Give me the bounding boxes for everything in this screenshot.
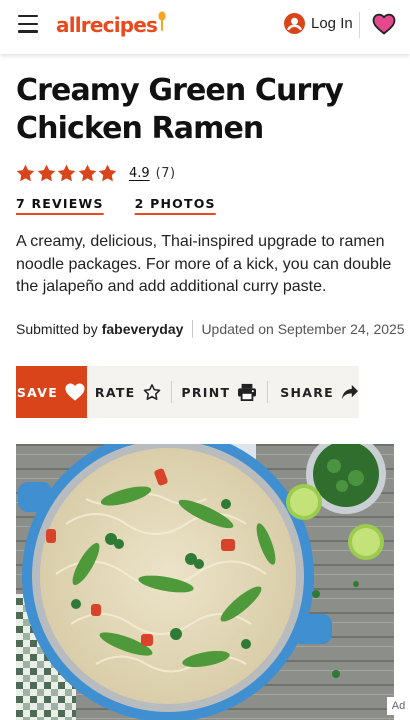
recipe-hero-photo[interactable]: [16, 444, 394, 720]
rating-value[interactable]: 4.9: [129, 166, 150, 181]
recipe-description: A creamy, delicious, Thai-inspired upgra…: [16, 233, 392, 295]
allrecipes-logo[interactable]: allrecipes: [56, 11, 166, 37]
printer-icon: [238, 383, 257, 401]
saved-recipes-heart-icon[interactable]: [372, 13, 396, 40]
rating-stars[interactable]: [16, 164, 119, 182]
byline: Submitted by fabeveryday Updated on Sept…: [16, 320, 405, 338]
byline-divider: [192, 320, 194, 338]
site-header: allrecipes Log In: [0, 0, 410, 54]
login-button[interactable]: Log In: [284, 13, 353, 34]
action-divider: [170, 381, 172, 403]
rating-count: (7): [155, 165, 176, 181]
menu-icon[interactable]: [18, 15, 38, 33]
submitted-by-label: Submitted by: [16, 321, 98, 337]
recipe-title: Creamy Green Curry Chicken Ramen: [16, 73, 344, 146]
save-label: SAVE: [16, 384, 59, 400]
rate-button[interactable]: RATE: [95, 366, 161, 418]
save-button[interactable]: SAVE: [16, 366, 87, 418]
share-label: SHARE: [280, 384, 334, 400]
star-icon: [16, 164, 35, 182]
author-link[interactable]: fabeveryday: [102, 321, 184, 337]
login-label: Log In: [311, 15, 353, 32]
recipe-action-bar: SAVE RATE PRINT SHARE: [16, 366, 359, 418]
reviews-link[interactable]: 7 REVIEWS: [16, 196, 104, 211]
share-button[interactable]: SHARE: [280, 366, 359, 418]
heart-icon: [372, 13, 396, 35]
print-button[interactable]: PRINT: [181, 366, 257, 418]
header-divider: [359, 12, 360, 38]
spoon-icon: [158, 11, 166, 31]
recipe-links: 7 REVIEWS 2 PHOTOS: [16, 196, 216, 211]
photos-link[interactable]: 2 PHOTOS: [135, 196, 216, 211]
ad-label[interactable]: Ad: [387, 697, 410, 715]
star-icon: [57, 164, 76, 182]
star-icon: [78, 164, 97, 182]
rate-label: RATE: [94, 384, 136, 400]
star-icon: [37, 164, 55, 182]
action-divider: [267, 381, 269, 403]
star-outline-icon: [143, 384, 160, 400]
rating-row: 4.9 (7): [16, 164, 176, 182]
user-icon: [284, 13, 305, 34]
star-icon: [99, 164, 117, 182]
updated-date: Updated on September 24, 2025: [201, 321, 405, 337]
heart-icon: [65, 383, 85, 401]
print-label: PRINT: [181, 384, 231, 400]
logo-text: allrecipes: [56, 13, 158, 37]
ramen-photo-illustration: [16, 444, 394, 720]
share-arrow-icon: [342, 384, 358, 400]
